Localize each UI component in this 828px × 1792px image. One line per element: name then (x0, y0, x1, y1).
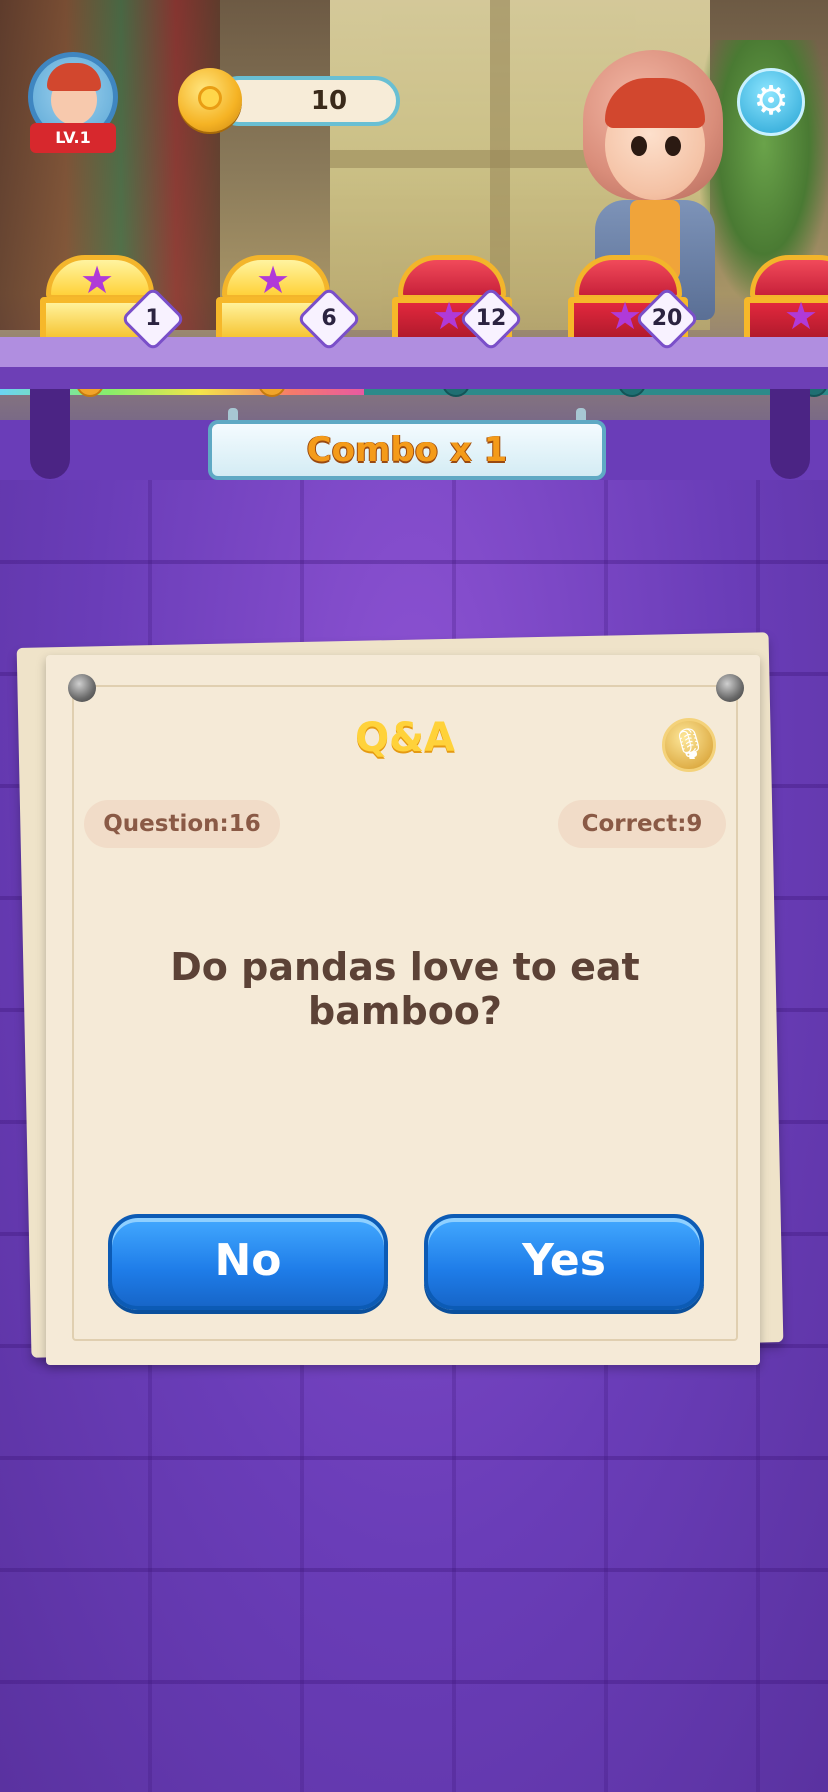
shelf-bracket (30, 389, 70, 479)
avatar-hair (47, 63, 101, 91)
character-eye (665, 136, 681, 156)
answer-yes-button[interactable]: Yes (424, 1214, 704, 1310)
star-icon: ★ (784, 294, 819, 338)
gear-icon[interactable]: ⚙ (737, 68, 805, 136)
chest-tag-label: 20 (651, 306, 683, 331)
shelf (0, 337, 828, 367)
question-text: Do pandas love to eat bamboo? (170, 945, 640, 1033)
character-eye (631, 136, 647, 156)
reward-chest[interactable]: ★ (744, 245, 828, 345)
star-icon: ★ (80, 258, 115, 302)
nail-icon (716, 674, 744, 702)
star-icon: ★ (256, 258, 291, 302)
microphone-icon[interactable]: 🎙 (662, 718, 716, 772)
chest-tag-label: 12 (475, 306, 507, 331)
coin-icon (178, 68, 242, 132)
combo-sign: Combo x 1 (208, 420, 606, 480)
quiz-title: Q&A (355, 715, 455, 761)
coin-value: 10 (310, 86, 348, 116)
shelf-edge (0, 367, 828, 389)
question-counter: Question:16 (84, 800, 280, 848)
nail-icon (68, 674, 96, 702)
correct-counter: Correct:9 (558, 800, 726, 848)
chest-tag-label: 1 (145, 306, 161, 331)
chest-tag-label: 6 (321, 306, 337, 331)
shelf-bracket (770, 389, 810, 479)
answer-no-button[interactable]: No (108, 1214, 388, 1310)
level-badge: LV.1 (30, 123, 116, 153)
